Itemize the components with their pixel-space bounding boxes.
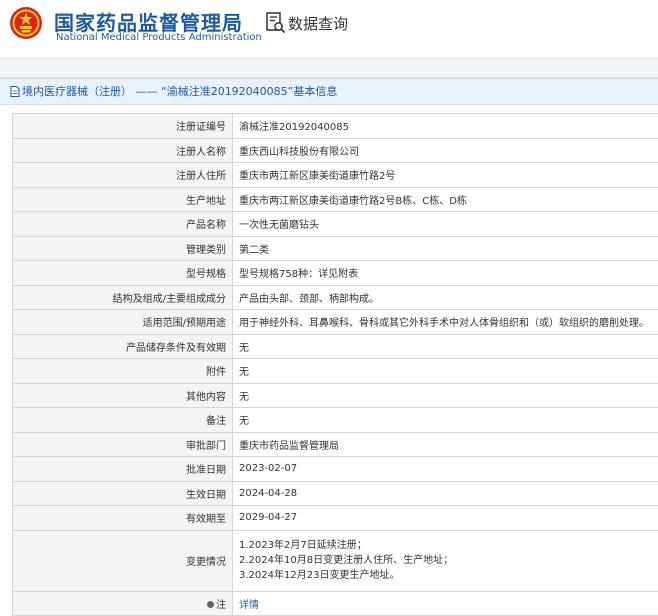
field-value: 无 <box>233 383 658 408</box>
header-gap <box>0 59 658 78</box>
details-link[interactable]: 详情 <box>239 600 259 611</box>
field-value: 渝械注准20192040085 <box>233 114 658 139</box>
field-label: 有效期至 <box>13 506 233 531</box>
field-label: 变更情况 <box>13 530 233 591</box>
table-row: 批准日期 2023-02-07 <box>13 457 658 482</box>
field-value: 一次性无菌磨钻头 <box>233 212 658 237</box>
field-label: 产品储存条件及有效期 <box>13 334 233 359</box>
data-query-title[interactable]: 数据查询 <box>288 13 348 34</box>
field-label: 批准日期 <box>13 457 233 482</box>
document-search-icon <box>266 12 286 34</box>
field-value: 用于神经外科、耳鼻喉科、骨科或其它外科手术中对人体骨组织和（或）软组织的磨削处理… <box>233 310 658 335</box>
field-label: 注册人住所 <box>13 163 233 188</box>
table-row: 生效日期 2024-04-28 <box>13 481 658 506</box>
table-row: 产品名称 一次性无菌磨钻头 <box>13 212 658 237</box>
field-value: 第二类 <box>233 236 658 261</box>
field-value: 无 <box>233 408 658 433</box>
field-label: 注册人名称 <box>13 138 233 163</box>
note-label-cell: 注 <box>13 591 233 616</box>
table-row: 型号规格 型号规格758种：详见附表 <box>13 261 658 286</box>
field-value: 无 <box>233 359 658 384</box>
breadcrumb: 境内医疗器械（注册） —— “渝械注准20192040085”基本信息 <box>0 78 658 105</box>
field-label: 适用范围/预期用途 <box>13 310 233 335</box>
table-row: 注册证编号 渝械注准20192040085 <box>13 114 658 139</box>
table-row: 结构及组成/主要组成成分 产品由头部、颈部、柄部构成。 <box>13 285 658 310</box>
detail-table-body: 注册证编号 渝械注准20192040085 注册人名称 重庆西山科技股份有限公司… <box>13 114 658 616</box>
field-value: 重庆市两江新区康美街道康竹路2号B栋、C栋、D栋 <box>233 187 658 212</box>
field-label: 生效日期 <box>13 481 233 506</box>
page-icon <box>10 86 20 97</box>
field-label: 生产地址 <box>13 187 233 212</box>
change-line: 3.2024年12月23日变更生产地址。 <box>239 568 655 583</box>
note-value: 详情 <box>233 591 658 616</box>
change-history-row: 变更情况 1.2023年2月7日延续注册； 2.2024年10月8日变更注册人住… <box>13 530 658 591</box>
table-row: 其他内容 无 <box>13 383 658 408</box>
table-row: 有效期至 2029-04-27 <box>13 506 658 531</box>
table-row: 审批部门 重庆市药品监督管理局 <box>13 432 658 457</box>
field-label: 注册证编号 <box>13 114 233 139</box>
field-label: 管理类别 <box>13 236 233 261</box>
field-label: 附件 <box>13 359 233 384</box>
field-value: 无 <box>233 334 658 359</box>
site-header: 国家药品监督管理局 National Medical Products Admi… <box>0 0 658 59</box>
field-label: 其他内容 <box>13 383 233 408</box>
field-value: 重庆市两江新区康美街道康竹路2号 <box>233 163 658 188</box>
table-row: 附件 无 <box>13 359 658 384</box>
field-value: 重庆西山科技股份有限公司 <box>233 138 658 163</box>
registration-detail-table: 注册证编号 渝械注准20192040085 注册人名称 重庆西山科技股份有限公司… <box>12 113 658 616</box>
breadcrumb-text: 境内医疗器械（注册） —— “渝械注准20192040085”基本信息 <box>22 85 337 98</box>
national-emblem-icon <box>9 6 43 40</box>
field-label: 结构及组成/主要组成成分 <box>13 285 233 310</box>
field-label: 备注 <box>13 408 233 433</box>
change-line: 2.2024年10月8日变更注册人住所、生产地址； <box>239 553 655 568</box>
table-row: 管理类别 第二类 <box>13 236 658 261</box>
field-value: 型号规格758种：详见附表 <box>233 261 658 286</box>
table-row: 备注 无 <box>13 408 658 433</box>
change-line: 1.2023年2月7日延续注册； <box>239 538 655 553</box>
note-label: 注 <box>216 600 226 611</box>
bullet-icon <box>207 601 214 608</box>
field-value: 2029-04-27 <box>233 506 658 531</box>
table-row: 生产地址 重庆市两江新区康美街道康竹路2号B栋、C栋、D栋 <box>13 187 658 212</box>
change-history-value: 1.2023年2月7日延续注册； 2.2024年10月8日变更注册人住所、生产地… <box>233 530 658 591</box>
field-value: 产品由头部、颈部、柄部构成。 <box>233 285 658 310</box>
table-row: 注册人住所 重庆市两江新区康美街道康竹路2号 <box>13 163 658 188</box>
note-row: 注 详情 <box>13 591 658 616</box>
agency-name-en: National Medical Products Administration <box>56 32 262 43</box>
field-value: 2024-04-28 <box>233 481 658 506</box>
field-value: 2023-02-07 <box>233 457 658 482</box>
field-label: 产品名称 <box>13 212 233 237</box>
table-row: 注册人名称 重庆西山科技股份有限公司 <box>13 138 658 163</box>
table-row: 产品储存条件及有效期 无 <box>13 334 658 359</box>
field-label: 型号规格 <box>13 261 233 286</box>
table-row: 适用范围/预期用途 用于神经外科、耳鼻喉科、骨科或其它外科手术中对人体骨组织和（… <box>13 310 658 335</box>
field-value: 重庆市药品监督管理局 <box>233 432 658 457</box>
field-label: 审批部门 <box>13 432 233 457</box>
